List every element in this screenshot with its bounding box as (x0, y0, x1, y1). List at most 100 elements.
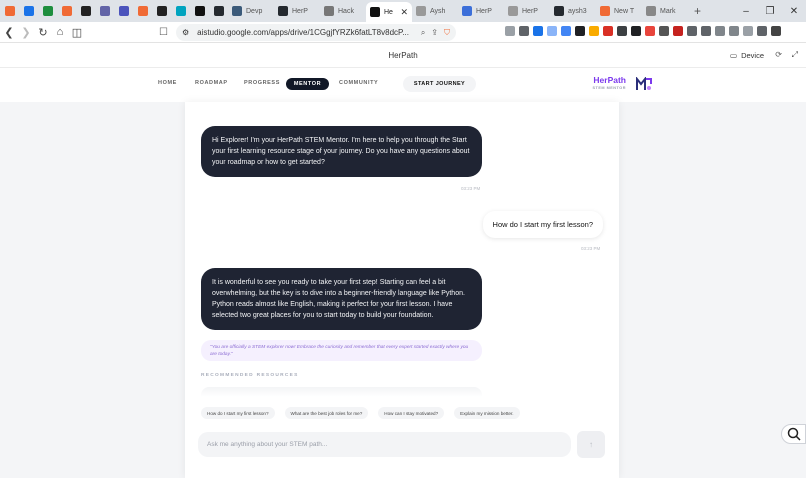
extension-icon[interactable] (743, 26, 753, 36)
browser-tab[interactable] (114, 2, 133, 20)
tab-favicon-icon (416, 6, 426, 16)
browser-tab[interactable]: HerP (458, 2, 504, 20)
device-icon: ▭ (729, 51, 738, 60)
browser-tab[interactable] (95, 2, 114, 20)
extension-icon[interactable] (687, 26, 697, 36)
browser-tab[interactable] (190, 2, 209, 20)
tab-favicon-icon (462, 6, 472, 16)
extension-icon[interactable] (533, 26, 543, 36)
browser-tab[interactable]: He ✕ (366, 2, 412, 22)
refresh-icon[interactable]: ⟳ (775, 50, 782, 59)
extension-icon[interactable] (729, 26, 739, 36)
suggestion-chips: How do I start my first lesson? What are… (201, 407, 520, 419)
tab-title: Aysh (430, 7, 446, 15)
minimize-button[interactable]: – (734, 6, 758, 17)
share-icon[interactable]: ⇪ (431, 28, 438, 37)
back-icon[interactable]: ❮ (1, 24, 17, 40)
suggestion-chip[interactable]: Explain my mission better. (454, 407, 520, 419)
suggestion-chip[interactable]: How do I start my first lesson? (201, 407, 275, 419)
extension-icon[interactable] (757, 26, 767, 36)
extension-icon[interactable] (645, 26, 655, 36)
extension-icon[interactable] (547, 26, 557, 36)
extension-icon[interactable] (673, 26, 683, 36)
side-zoom-button[interactable] (781, 424, 806, 444)
extension-icon[interactable] (617, 26, 627, 36)
browser-tab[interactable]: Hack (320, 2, 366, 20)
tab-title: Devp (246, 7, 263, 15)
tab-favicon-icon (213, 6, 224, 16)
tab-favicon-icon (137, 6, 148, 16)
extension-icon[interactable] (659, 26, 669, 36)
bookmark-icon[interactable]: ☐ (159, 27, 168, 38)
browser-tab[interactable] (209, 2, 228, 20)
sidebar-icon[interactable]: ◫ (69, 24, 85, 40)
nav-home[interactable]: HOME (158, 80, 177, 86)
extension-icon[interactable] (575, 26, 585, 36)
send-button[interactable]: ↑ (577, 431, 605, 458)
magnifier-icon (787, 427, 801, 441)
brave-shield-icon[interactable]: ⛉ (444, 28, 450, 38)
browser-tab[interactable] (133, 2, 152, 20)
browser-tab[interactable]: Aysh (412, 2, 458, 20)
browser-tab[interactable]: aysh3 (550, 2, 596, 20)
message-timestamp: 03:23 PM (581, 246, 601, 251)
extension-icon[interactable] (631, 26, 641, 36)
window-controls: – ❐ ✕ (734, 0, 806, 22)
nav-mentor[interactable]: MENTOR (286, 78, 329, 90)
extension-icon[interactable] (715, 26, 725, 36)
extension-icon[interactable] (701, 26, 711, 36)
suggestion-chip[interactable]: How can I stay motivated? (378, 407, 445, 419)
resource-card[interactable] (201, 387, 482, 397)
app-title: HerPath (388, 51, 418, 60)
forward-icon[interactable]: ❯ (18, 24, 34, 40)
home-icon[interactable]: ⌂ (52, 24, 68, 40)
extension-icon[interactable] (505, 26, 515, 36)
close-window-button[interactable]: ✕ (782, 6, 806, 17)
browser-tab[interactable] (19, 2, 38, 20)
browser-tab[interactable] (0, 2, 19, 20)
device-button[interactable]: ▭ Device (730, 51, 764, 60)
browser-tab[interactable]: HerP (274, 2, 320, 20)
chat-input-placeholder: Ask me anything about your STEM path... (207, 441, 328, 448)
logo-subtitle: STEM MENTOR (592, 86, 626, 90)
mentor-message: Hi Explorer! I'm your HerPath STEM Mento… (201, 126, 482, 177)
zoom-icon[interactable]: ⌕ (421, 28, 425, 38)
new-tab-button[interactable]: + (694, 4, 701, 18)
close-tab-icon[interactable]: ✕ (400, 7, 408, 18)
nav-roadmap[interactable]: ROADMAP (195, 80, 228, 86)
browser-tab[interactable] (171, 2, 190, 20)
chat-input[interactable]: Ask me anything about your STEM path... (198, 432, 571, 457)
suggestion-chip[interactable]: What are the best job roles for me? (284, 407, 369, 419)
browser-tab[interactable] (38, 2, 57, 20)
tab-favicon-icon (99, 6, 110, 16)
browser-tab[interactable]: New T (596, 2, 642, 20)
mentor-message: It is wonderful to see you ready to take… (201, 268, 482, 330)
extension-icon[interactable] (561, 26, 571, 36)
reload-icon[interactable]: ↻ (35, 24, 51, 40)
nav-community[interactable]: COMMUNITY (339, 80, 378, 86)
maximize-button[interactable]: ❐ (758, 6, 782, 17)
tab-title: HerP (476, 7, 492, 15)
nav-progress[interactable]: PROGRESS (244, 80, 280, 86)
fullscreen-icon[interactable]: ⤢ (792, 50, 798, 60)
start-journey-button[interactable]: START JOURNEY (403, 76, 476, 92)
menu-icon[interactable] (771, 26, 781, 36)
brand-logo[interactable]: HerPath STEM MENTOR (584, 76, 627, 91)
browser-tab[interactable]: Devp (228, 2, 274, 20)
tab-title: Hack (338, 7, 354, 15)
tab-title: HerP (292, 7, 308, 15)
tab-title: aysh3 (568, 7, 587, 15)
extension-icon[interactable] (603, 26, 613, 36)
browser-tab[interactable] (57, 2, 76, 20)
device-label: Device (741, 51, 764, 60)
browser-tab[interactable] (152, 2, 171, 20)
tab-title: Mark (660, 7, 676, 15)
site-info-icon[interactable]: ⚙ (182, 28, 189, 37)
extensions-row (505, 26, 781, 36)
browser-tab[interactable] (76, 2, 95, 20)
address-bar[interactable]: ⚙ aistudio.google.com/apps/drive/1CGgjfY… (176, 24, 456, 41)
extension-icon[interactable] (589, 26, 599, 36)
browser-tab[interactable]: HerP (504, 2, 550, 20)
extension-icon[interactable] (519, 26, 529, 36)
browser-tab[interactable]: Mark (642, 2, 688, 20)
